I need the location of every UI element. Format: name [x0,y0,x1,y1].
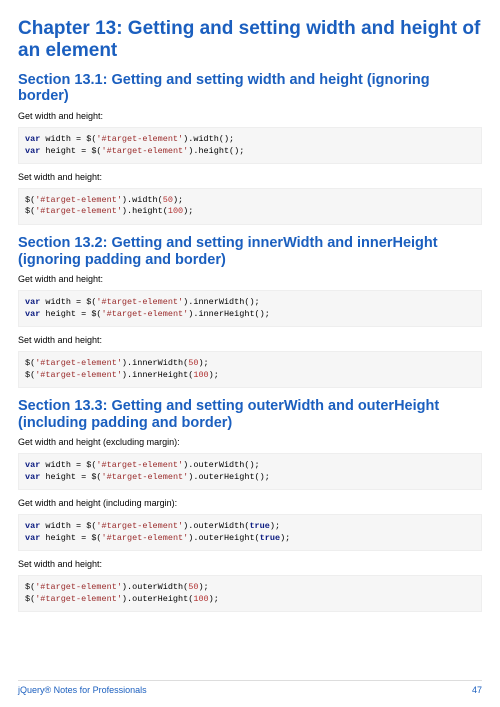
chapter-title: Chapter 13: Getting and setting width an… [18,18,482,62]
paragraph: Get width and height: [18,111,482,121]
code-block: $('#target-element').outerWidth(50); $('… [18,575,482,612]
code-token-lit: true [260,533,280,543]
code-token-num: 100 [193,594,208,604]
code-block: $('#target-element').innerWidth(50); $('… [18,351,482,388]
code-token-str: '#target-element' [96,297,183,307]
code-token-num: 50 [163,195,173,205]
paragraph: Set width and height: [18,559,482,569]
paragraph: Get width and height: [18,274,482,284]
paragraph: Get width and height (excluding margin): [18,437,482,447]
code-token-kw: var [25,146,40,156]
code-token-str: '#target-element' [96,521,183,531]
code-token-kw: var [25,309,40,319]
code-token-lit: true [249,521,269,531]
section-title: Section 13.1: Getting and setting width … [18,72,482,105]
code-token-kw: var [25,460,40,470]
code-token-kw: var [25,533,40,543]
code-token-num: 100 [168,206,183,216]
code-block: var width = $('#target-element').width()… [18,127,482,164]
code-token-str: '#target-element' [102,533,189,543]
code-token-str: '#target-element' [35,594,122,604]
code-token-str: '#target-element' [102,472,189,482]
code-token-str: '#target-element' [102,309,189,319]
page-footer: jQuery® Notes for Professionals 47 [18,680,482,695]
section-title: Section 13.3: Getting and setting outerW… [18,398,482,431]
page: Chapter 13: Getting and setting width an… [0,0,500,660]
section-title: Section 13.2: Getting and setting innerW… [18,235,482,268]
paragraph: Set width and height: [18,335,482,345]
code-token-num: 50 [188,582,198,592]
code-token-str: '#target-element' [35,358,122,368]
code-block: var width = $('#target-element').outerWi… [18,514,482,551]
paragraph: Set width and height: [18,172,482,182]
footer-left: jQuery® Notes for Professionals [18,685,147,695]
code-block: var width = $('#target-element').outerWi… [18,453,482,490]
code-token-str: '#target-element' [102,146,189,156]
code-token-kw: var [25,134,40,144]
code-token-kw: var [25,521,40,531]
paragraph: Get width and height (including margin): [18,498,482,508]
sections-container: Section 13.1: Getting and setting width … [18,72,482,613]
code-token-str: '#target-element' [35,582,122,592]
code-token-str: '#target-element' [35,370,122,380]
code-block: var width = $('#target-element').innerWi… [18,290,482,327]
code-token-num: 100 [193,370,208,380]
code-token-num: 50 [188,358,198,368]
footer-page-number: 47 [472,685,482,695]
code-token-kw: var [25,297,40,307]
code-token-str: '#target-element' [35,206,122,216]
code-block: $('#target-element').width(50); $('#targ… [18,188,482,225]
code-token-str: '#target-element' [96,134,183,144]
code-token-str: '#target-element' [35,195,122,205]
code-token-str: '#target-element' [96,460,183,470]
code-token-kw: var [25,472,40,482]
